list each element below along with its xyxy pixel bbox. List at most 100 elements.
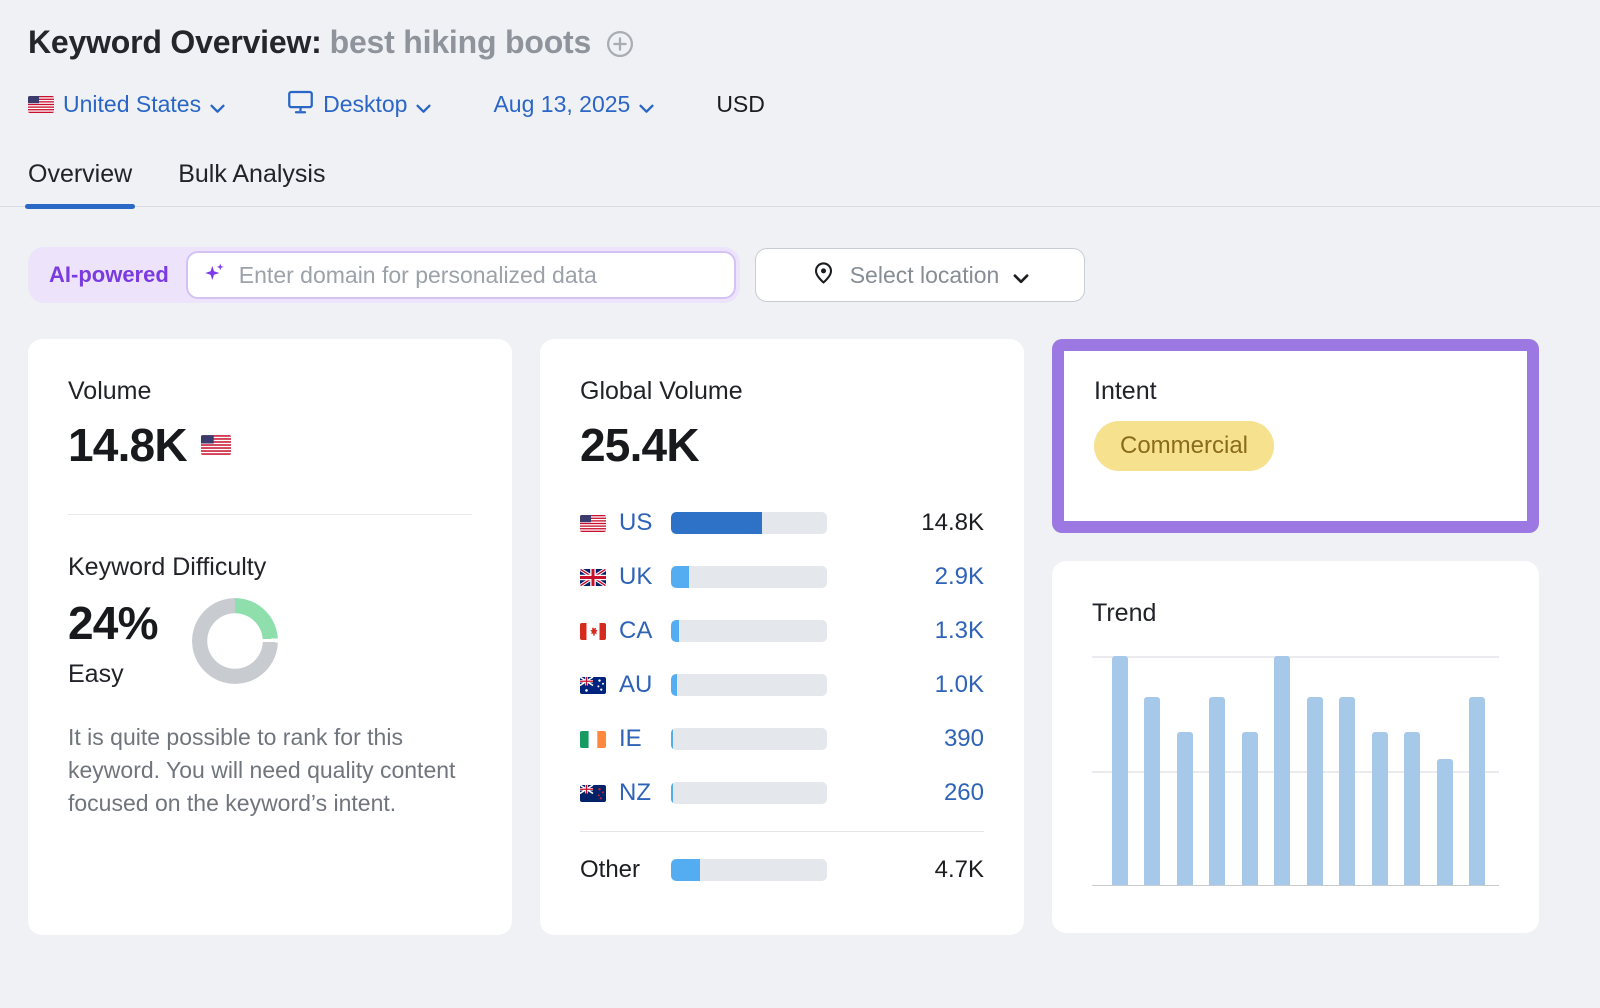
metrics-grid: Volume 14.8K Keyword Difficulty 24% Easy… — [28, 339, 1572, 935]
date-filter-label: Aug 13, 2025 — [493, 91, 630, 118]
geo-row-au: AU 1.0K — [580, 658, 984, 712]
trend-bar-8 — [1339, 697, 1355, 885]
trend-bar-4 — [1209, 697, 1225, 885]
kd-value-row: 24% Easy — [68, 596, 472, 689]
geo-row-nz: NZ 260 — [580, 766, 984, 820]
volume-value-row: 14.8K — [68, 418, 472, 472]
geo-country-label: Other — [580, 856, 671, 884]
global-volume-card: Global Volume 25.4K US 14.8K UK 2.9K CA 1.3K A… — [540, 339, 1024, 935]
gb-flag-icon — [580, 569, 606, 586]
geo-volume-value: 260 — [944, 779, 984, 807]
geo-row-ca: CA 1.3K — [580, 604, 984, 658]
global-volume-total: 25.4K — [580, 418, 984, 472]
geo-country-label: UK — [619, 563, 671, 591]
card-divider — [68, 514, 472, 515]
ie-flag-icon — [580, 731, 606, 748]
au-flag-icon — [580, 677, 606, 694]
us-flag-icon — [28, 96, 54, 113]
personalization-bar: AI-powered Select location — [28, 247, 1572, 303]
trend-chart — [1092, 656, 1499, 886]
ai-domain-input-group: AI-powered — [28, 247, 740, 303]
volume-kd-card: Volume 14.8K Keyword Difficulty 24% Easy… — [28, 339, 512, 935]
geo-volume-bar — [671, 620, 827, 642]
kd-level-label: Easy — [68, 660, 158, 689]
trend-bar-12 — [1469, 697, 1485, 885]
us-flag-icon — [201, 435, 231, 455]
page-header: Keyword Overview:best hiking boots — [28, 24, 1572, 61]
date-filter[interactable]: Aug 13, 2025 — [493, 90, 654, 120]
add-keyword-icon[interactable] — [605, 29, 635, 59]
trend-bar-5 — [1242, 732, 1258, 885]
trend-bar-7 — [1307, 697, 1323, 885]
intent-commercial-badge: Commercial — [1094, 421, 1274, 471]
filters-bar: United States Desktop Aug 13, 2025 USD — [28, 89, 1572, 120]
chevron-down-icon — [210, 93, 225, 120]
intent-card-highlighted: Intent Commercial — [1052, 339, 1539, 533]
sparkle-icon — [202, 260, 228, 291]
chevron-down-icon — [1013, 263, 1029, 290]
keyword-overview-page: Keyword Overview:best hiking boots Unite… — [0, 0, 1600, 935]
trend-card: Trend — [1052, 561, 1539, 933]
currency-label: USD — [716, 91, 765, 118]
page-title-prefix: Keyword Overview: — [28, 24, 322, 60]
geo-volume-value: 4.7K — [935, 856, 984, 884]
tabs: Overview Bulk Analysis — [0, 160, 1600, 207]
geo-volume-list: US 14.8K UK 2.9K CA 1.3K AU 1.0K IE390 NZ 260 Other… — [580, 496, 984, 897]
geo-list-divider — [580, 831, 984, 832]
tab-bulk-analysis[interactable]: Bulk Analysis — [178, 160, 325, 206]
domain-input-wrapper[interactable] — [186, 251, 736, 299]
select-location-label: Select location — [850, 262, 1000, 289]
geo-volume-value: 1.0K — [935, 671, 984, 699]
trend-bar-1 — [1112, 656, 1128, 885]
geo-volume-bar — [671, 512, 827, 534]
trend-bar-11 — [1437, 759, 1453, 885]
intent-label: Intent — [1094, 377, 1497, 406]
geo-volume-bar — [671, 566, 827, 588]
geo-country-label: NZ — [619, 779, 671, 807]
location-pin-icon — [811, 260, 836, 291]
trend-bars — [1112, 656, 1485, 885]
geo-volume-value: 1.3K — [935, 617, 984, 645]
geo-country-label: CA — [619, 617, 671, 645]
ai-powered-badge: AI-powered — [32, 262, 186, 288]
geo-volume-bar — [671, 859, 827, 881]
country-filter-label: United States — [63, 91, 201, 118]
nz-flag-icon — [580, 785, 606, 802]
trend-bar-6 — [1274, 656, 1290, 885]
kd-label: Keyword Difficulty — [68, 553, 472, 582]
geo-volume-bar — [671, 782, 827, 804]
volume-value: 14.8K — [68, 418, 187, 472]
geo-country-label: IE — [619, 725, 671, 753]
domain-input[interactable] — [239, 262, 720, 289]
page-title-keyword: best hiking boots — [330, 24, 592, 60]
device-filter-label: Desktop — [323, 91, 407, 118]
chevron-down-icon — [416, 93, 431, 120]
kd-donut-chart — [192, 598, 278, 684]
geo-volume-bar — [671, 674, 827, 696]
country-filter[interactable]: United States — [28, 90, 225, 120]
trend-bar-9 — [1372, 732, 1388, 885]
right-column: Intent Commercial Trend — [1052, 339, 1539, 935]
trend-bar-3 — [1177, 732, 1193, 885]
page-title: Keyword Overview:best hiking boots — [28, 24, 591, 61]
device-filter[interactable]: Desktop — [287, 89, 431, 120]
geo-row-other: Other 4.7K — [580, 843, 984, 897]
us-flag-icon — [580, 515, 606, 532]
geo-volume-value: 2.9K — [935, 563, 984, 591]
trend-bar-2 — [1144, 697, 1160, 885]
global-volume-label: Global Volume — [580, 377, 984, 406]
chevron-down-icon — [639, 93, 654, 120]
select-location-button[interactable]: Select location — [755, 248, 1085, 302]
geo-volume-value: 14.8K — [921, 509, 984, 537]
kd-percent: 24% — [68, 596, 158, 650]
geo-row-uk: UK 2.9K — [580, 550, 984, 604]
desktop-icon — [287, 89, 314, 120]
ca-flag-icon — [580, 623, 606, 640]
geo-country-label: US — [619, 509, 671, 537]
volume-label: Volume — [68, 377, 472, 406]
geo-country-label: AU — [619, 671, 671, 699]
geo-row-ie: IE390 — [580, 712, 984, 766]
kd-description: It is quite possible to rank for this ke… — [68, 721, 472, 820]
tab-overview[interactable]: Overview — [28, 160, 132, 206]
trend-label: Trend — [1092, 599, 1499, 628]
